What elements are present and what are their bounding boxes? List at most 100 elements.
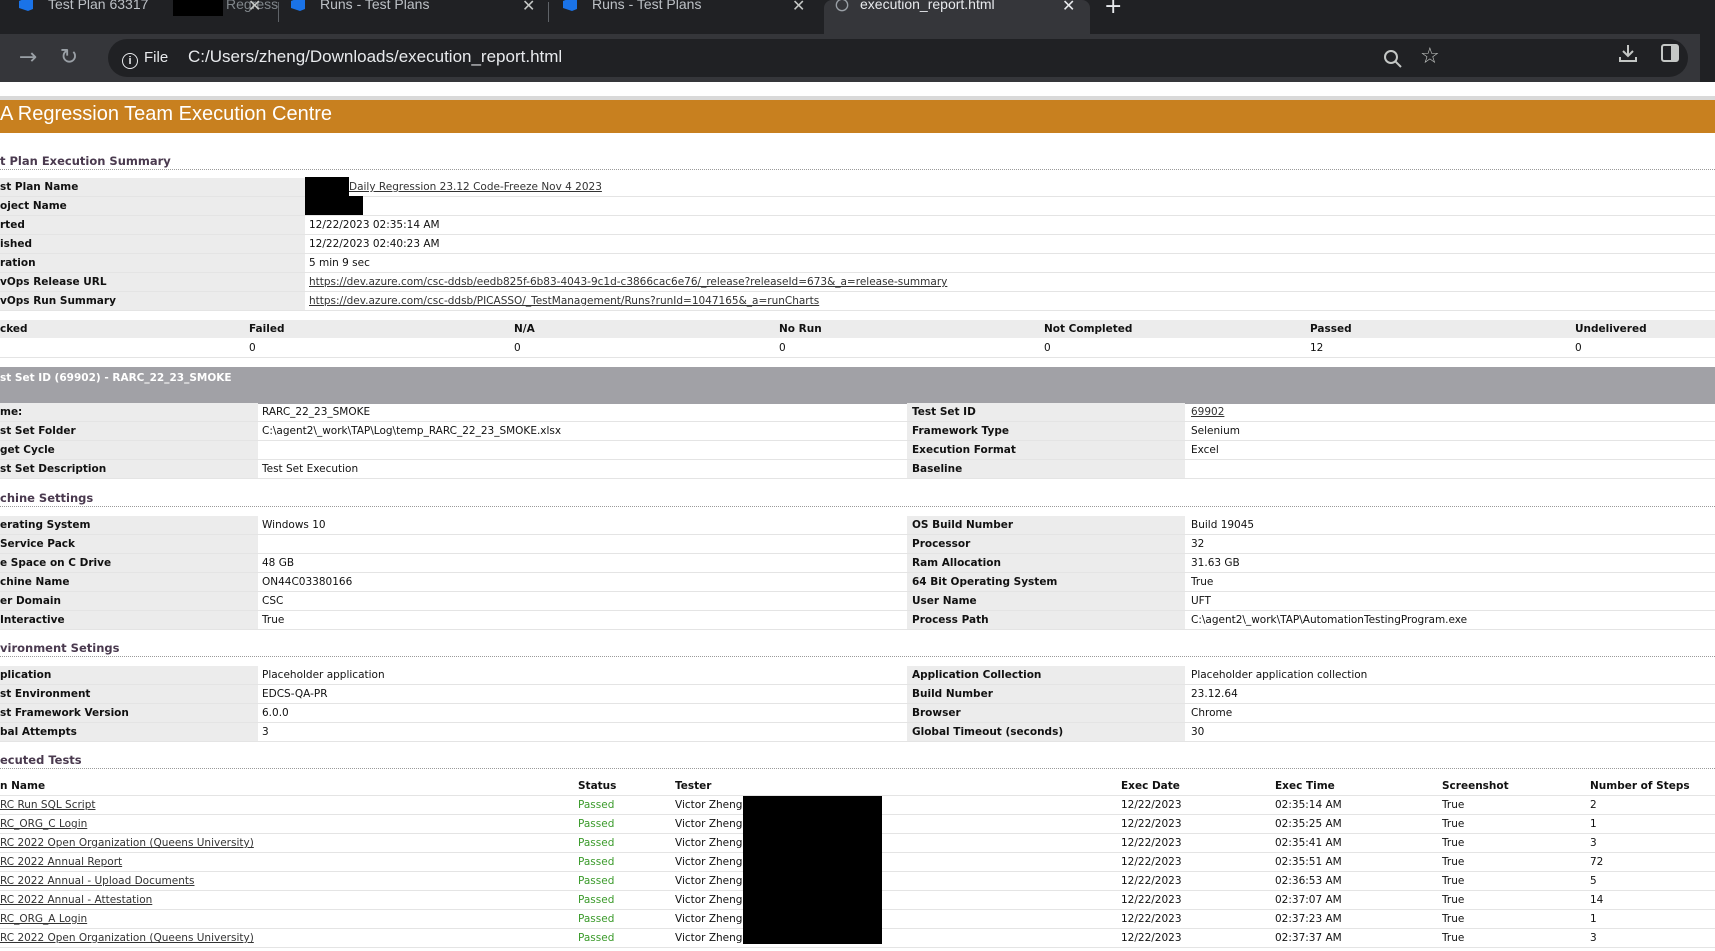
test-name-link[interactable]: RC 2022 Annual Report <box>0 856 122 868</box>
tab-runs-1[interactable]: Runs - Test Plans ✕ <box>290 0 540 26</box>
tab-label: Runs - Test Plans <box>592 0 702 12</box>
divider <box>0 169 1715 170</box>
test-set-row: st Set Description Test Set Execution Base… <box>0 460 1715 479</box>
redaction-block <box>743 796 882 944</box>
cell: 12/22/2023 <box>1121 875 1182 887</box>
cell: Victor Zheng <box>675 818 743 830</box>
count-value: 0 <box>779 342 786 354</box>
forward-arrow-icon[interactable]: → <box>14 44 42 72</box>
label-cell <box>0 216 305 234</box>
field-label: erating System <box>0 519 91 531</box>
omnibox[interactable]: i File C:/Users/zheng/Downloads/execution… <box>108 39 1688 77</box>
tab-close-icon[interactable]: ✕ <box>792 0 805 16</box>
machine-row: Service Pack Processor 32 <box>0 535 1715 554</box>
test-name-link[interactable]: RC_ORG_C Login <box>0 818 87 830</box>
count-header: N/A <box>514 323 535 335</box>
summary-value: 12/22/2023 02:35:14 AM <box>309 219 440 231</box>
field-value: Chrome <box>1191 707 1233 719</box>
test-name-link[interactable]: RC 2022 Annual - Attestation <box>0 894 152 906</box>
count-value: 0 <box>1575 342 1582 354</box>
summary-row: vOps Release URL https://dev.azure.com/cs… <box>0 273 1715 292</box>
summary-label: vOps Release URL <box>0 276 107 288</box>
test-set-row: me: RARC_22_23_SMOKE Test Set ID 69902 <box>0 403 1715 422</box>
cell: Victor Zheng <box>675 837 743 849</box>
cell: 1 <box>1590 818 1597 830</box>
url-text[interactable]: C:/Users/zheng/Downloads/execution_repor… <box>188 47 562 67</box>
bookmark-star-icon[interactable]: ☆ <box>1420 44 1440 69</box>
tab-runs-2[interactable]: Runs - Test Plans ✕ <box>562 0 812 26</box>
cell: 12/22/2023 <box>1121 837 1182 849</box>
summary-link[interactable]: https://dev.azure.com/csc-ddsb/eedb825f-… <box>309 276 947 288</box>
tab-execution-report[interactable]: execution_report.html ✕ <box>824 0 1090 34</box>
page-banner: A Regression Team Execution Centre <box>0 100 1715 133</box>
tab-close-icon[interactable]: ✕ <box>1062 0 1075 16</box>
field-value: 30 <box>1191 726 1205 738</box>
test-name-link[interactable]: RC 2022 Open Organization (Queens Univer… <box>0 932 254 944</box>
field-label: get Cycle <box>0 444 55 456</box>
summary-label: vOps Run Summary <box>0 295 116 307</box>
field-label: Test Set ID <box>912 406 976 418</box>
field-value: 3 <box>262 726 269 738</box>
globe-icon <box>835 0 849 12</box>
new-tab-button[interactable]: + <box>1104 0 1122 19</box>
cell: 14 <box>1590 894 1604 906</box>
site-info-chip[interactable]: i File <box>116 45 176 71</box>
field-value: 31.63 GB <box>1191 557 1240 569</box>
status-badge: Passed <box>578 837 615 849</box>
test-name-link[interactable]: RC Run SQL Script <box>0 799 95 811</box>
test-set-title: st Set ID (69902) - RARC_22_23_SMOKE <box>0 372 232 384</box>
status-badge: Passed <box>578 875 615 887</box>
divider <box>0 768 1715 769</box>
cell: True <box>1442 913 1465 925</box>
tab-test-plan[interactable]: Test Plan 63317 Regress ✕ <box>18 0 288 26</box>
field-value: Test Set Execution <box>262 463 359 475</box>
count-header: No Run <box>779 323 822 335</box>
cell: Victor Zheng <box>675 856 743 868</box>
cell: 02:35:14 AM <box>1275 799 1342 811</box>
test-name-link[interactable]: RC 2022 Open Organization (Queens Univer… <box>0 837 254 849</box>
field-label: bal Attempts <box>0 726 77 738</box>
redaction-block <box>173 0 223 16</box>
reload-icon[interactable]: ↻ <box>55 44 83 72</box>
machine-row: chine Name ON44C03380166 64 Bit Operating … <box>0 573 1715 592</box>
cell: True <box>1442 875 1465 887</box>
count-header: Passed <box>1310 323 1352 335</box>
tab-close-icon[interactable]: ✕ <box>522 0 535 16</box>
cell: True <box>1442 894 1465 906</box>
cell: 02:37:07 AM <box>1275 894 1342 906</box>
zoom-icon[interactable] <box>1383 49 1403 69</box>
summary-link[interactable]: Daily Regression 23.12 Code-Freeze Nov 4… <box>349 181 602 193</box>
column-header: Number of Steps <box>1590 780 1690 792</box>
divider <box>0 656 1715 657</box>
column-header: n Name <box>0 780 46 792</box>
summary-row: st Plan Name Daily Regression 23.12 Code-… <box>0 178 1715 197</box>
field-label: Process Path <box>912 614 989 626</box>
field-label: st Framework Version <box>0 707 129 719</box>
side-panel-icon[interactable] <box>1660 43 1680 63</box>
summary-label: oject Name <box>0 200 67 212</box>
field-label: Global Timeout (seconds) <box>912 726 1064 738</box>
test-name-link[interactable]: RC 2022 Annual - Upload Documents <box>0 875 194 887</box>
cell: True <box>1442 856 1465 868</box>
field-label: Interactive <box>0 614 65 626</box>
field-value: 48 GB <box>262 557 295 569</box>
profile-avatar[interactable] <box>1700 34 1715 82</box>
browser-tab-strip: Test Plan 63317 Regress ✕ Runs - Test Pl… <box>0 0 1715 34</box>
field-value: C:\agent2\_work\TAP\AutomationTestingPro… <box>1191 614 1468 626</box>
status-badge: Passed <box>578 818 615 830</box>
cell: 12/22/2023 <box>1121 894 1182 906</box>
summary-link[interactable]: https://dev.azure.com/csc-ddsb/PICASSO/_… <box>309 295 819 307</box>
field-label: chine Name <box>0 576 70 588</box>
field-link[interactable]: 69902 <box>1191 406 1224 418</box>
count-value: 0 <box>514 342 521 354</box>
tab-label: Test Plan 63317 <box>48 0 149 12</box>
summary-row: rted 12/22/2023 02:35:14 AM <box>0 216 1715 235</box>
field-value: EDCS-QA-PR <box>262 688 328 700</box>
test-name-link[interactable]: RC_ORG_A Login <box>0 913 87 925</box>
download-icon[interactable] <box>1617 42 1639 64</box>
field-value: Build 19045 <box>1191 519 1255 531</box>
machine-row: er Domain CSC User Name UFT <box>0 592 1715 611</box>
column-header: Exec Date <box>1121 780 1180 792</box>
tab-close-icon[interactable]: ✕ <box>248 0 261 16</box>
status-badge: Passed <box>578 932 615 944</box>
